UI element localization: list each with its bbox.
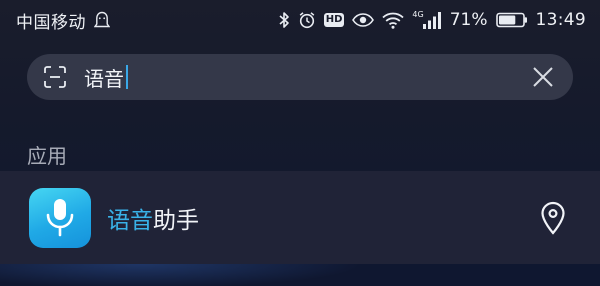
section-label-apps: 应用: [27, 144, 67, 168]
scan-icon[interactable]: [43, 65, 67, 89]
clear-icon[interactable]: [532, 66, 554, 88]
battery-percent: 71%: [449, 10, 488, 30]
search-input[interactable]: 语音: [84, 62, 128, 92]
search-input-value: 语音: [84, 66, 124, 91]
app-name-rest: 助手: [153, 208, 199, 234]
microphone-icon: [46, 199, 74, 237]
location-icon[interactable]: [540, 201, 566, 235]
network-type-label: 4G: [412, 9, 424, 19]
carrier-label: 中国移动: [16, 12, 86, 33]
app-name-highlight: 语音: [107, 208, 153, 234]
wifi-icon: [382, 12, 405, 29]
status-bar: 中国移动 HD 4G 71% 13:49: [0, 0, 600, 40]
bluetooth-icon: [278, 11, 290, 29]
app-icon[interactable]: [29, 188, 91, 248]
app-name[interactable]: 语音助手: [107, 201, 199, 235]
ghost-icon: [94, 11, 110, 29]
hd-icon: HD: [323, 13, 345, 27]
signal-icon: 4G: [412, 9, 441, 29]
app-result-row[interactable]: 语音助手: [0, 171, 600, 264]
status-right: HD 4G 71% 13:49: [270, 10, 586, 30]
clock-time: 13:49: [535, 10, 586, 30]
battery-icon: [495, 12, 528, 28]
status-left: 中国移动: [16, 8, 110, 33]
eye-icon: [352, 12, 375, 28]
bottom-glow: [0, 264, 600, 286]
text-cursor: [126, 65, 128, 89]
search-box[interactable]: 语音: [27, 54, 573, 100]
alarm-icon: [298, 11, 316, 29]
